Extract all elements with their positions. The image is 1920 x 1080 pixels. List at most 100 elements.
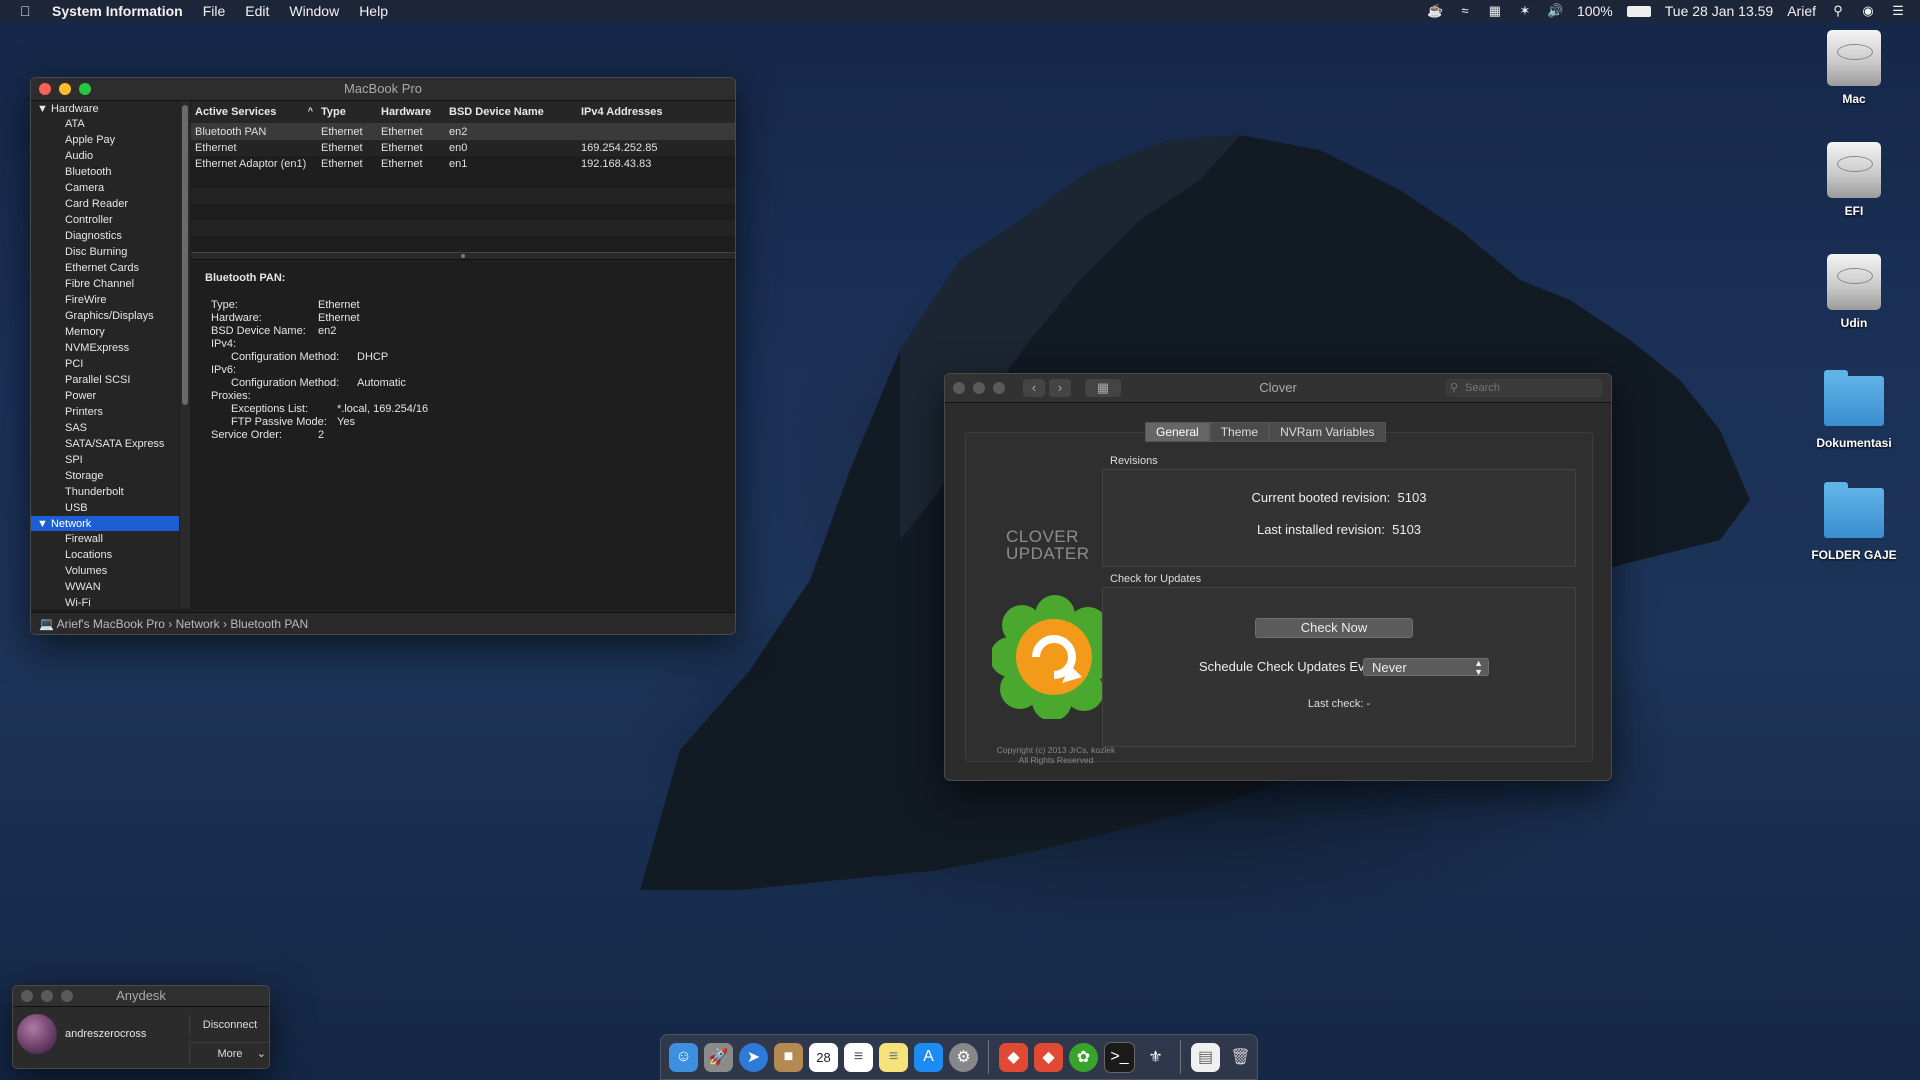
contacts-icon[interactable]: ■	[774, 1042, 803, 1072]
desktop-icon-udin[interactable]: Udin	[1794, 254, 1914, 330]
window-titlebar[interactable]: Anydesk	[13, 986, 269, 1007]
battery-icon[interactable]	[1626, 5, 1651, 17]
sidebar-item-firewire[interactable]: FireWire	[31, 292, 179, 308]
system-preferences-icon[interactable]: ⚙	[949, 1042, 978, 1072]
app-store-icon[interactable]: A	[914, 1042, 943, 1072]
sidebar-item-apple-pay[interactable]: Apple Pay	[31, 132, 179, 148]
sidebar-item-nvmexpress[interactable]: NVMExpress	[31, 340, 179, 356]
sidebar-item-printers[interactable]: Printers	[31, 404, 179, 420]
close-button[interactable]	[39, 83, 51, 95]
scrollbar-thumb[interactable]	[182, 105, 188, 405]
close-button[interactable]	[953, 382, 965, 394]
notes-icon[interactable]: ≡	[879, 1042, 908, 1072]
check-now-button[interactable]: Check Now	[1255, 618, 1413, 638]
sidebar-item-usb[interactable]: USB	[31, 500, 179, 516]
menu-help[interactable]: Help	[359, 3, 388, 19]
wifi-icon[interactable]: ≈	[1457, 4, 1473, 18]
desktop-icon-efi[interactable]: EFI	[1794, 142, 1914, 218]
column-header-type[interactable]: Type	[317, 101, 377, 124]
menu-edit[interactable]: Edit	[245, 3, 269, 19]
bluetooth-icon[interactable]: ✶	[1517, 4, 1533, 18]
breadcrumb-item[interactable]: Bluetooth PAN	[230, 617, 308, 631]
launchpad-icon[interactable]: 🚀	[704, 1042, 733, 1072]
back-chevron-icon[interactable]: ‹	[1023, 379, 1045, 397]
terminal-icon[interactable]: >_	[1104, 1041, 1135, 1073]
forward-chevron-icon[interactable]: ›	[1049, 379, 1071, 397]
finder-icon[interactable]: ☺	[669, 1042, 698, 1072]
notification-center-icon[interactable]: ☰	[1890, 4, 1906, 18]
calendar-icon[interactable]: 28	[809, 1042, 838, 1072]
battery-percent[interactable]: 100%	[1577, 3, 1613, 19]
git-icon[interactable]: ◆	[999, 1042, 1028, 1072]
close-button[interactable]	[21, 990, 33, 1002]
column-header-active-services[interactable]: Active Services ^	[191, 101, 317, 124]
breadcrumb-computer[interactable]: Arief's MacBook Pro	[57, 617, 165, 631]
tab-general[interactable]: General	[1145, 422, 1210, 442]
disconnect-button[interactable]: Disconnect	[189, 1014, 269, 1036]
show-all-grid-icon[interactable]: ▦	[1085, 379, 1121, 397]
user-name[interactable]: Arief	[1787, 3, 1816, 19]
breadcrumb-section[interactable]: Network	[176, 617, 220, 631]
spotlight-search-icon[interactable]: ⚲	[1830, 4, 1846, 18]
tab-theme[interactable]: Theme	[1209, 422, 1270, 442]
safari-icon[interactable]: ➤	[739, 1042, 768, 1072]
document-icon[interactable]: ▤	[1191, 1042, 1220, 1072]
window-titlebar[interactable]: MacBook Pro	[31, 78, 735, 101]
window-titlebar[interactable]: ‹ › ▦ Clover ⚲ Search	[945, 374, 1611, 403]
tab-nvram-variables[interactable]: NVRam Variables	[1269, 422, 1386, 442]
column-header-ipv4-addresses[interactable]: IPv4 Addresses	[577, 101, 735, 124]
sidebar-scrollbar[interactable]	[180, 101, 190, 609]
sidebar-item-storage[interactable]: Storage	[31, 468, 179, 484]
sidebar-item-controller[interactable]: Controller	[31, 212, 179, 228]
search-input[interactable]: ⚲ Search	[1445, 379, 1603, 397]
sidebar-item-memory[interactable]: Memory	[31, 324, 179, 340]
minimize-button[interactable]	[59, 83, 71, 95]
minimize-button[interactable]	[41, 990, 53, 1002]
reminders-icon[interactable]: ≡	[844, 1042, 873, 1072]
sidebar-item-bluetooth[interactable]: Bluetooth	[31, 164, 179, 180]
table-row[interactable]: Bluetooth PAN Ethernet Ethernet en2	[191, 123, 735, 140]
zoom-button[interactable]	[79, 83, 91, 95]
column-header-bsd-device-name[interactable]: BSD Device Name	[445, 101, 577, 124]
zoom-button[interactable]	[993, 382, 1005, 394]
table-row[interactable]: Ethernet Adaptor (en1) Ethernet Ethernet en…	[191, 156, 735, 172]
git-tool-icon[interactable]: ◆	[1034, 1042, 1063, 1072]
sidebar-group-hardware[interactable]: ▼ Hardware	[31, 101, 179, 116]
apple-menu-icon[interactable]: 	[20, 3, 38, 19]
sidebar-item-parallel-scsi[interactable]: Parallel SCSI	[31, 372, 179, 388]
sidebar-group-network[interactable]: ▼ Network	[31, 516, 179, 531]
desktop-icon-folder-gaje[interactable]: FOLDER GAJE	[1794, 482, 1914, 562]
sidebar-item-power[interactable]: Power	[31, 388, 179, 404]
volume-icon[interactable]: 🔊	[1547, 4, 1563, 18]
sidebar-item-wwan[interactable]: WWAN	[31, 579, 179, 595]
sidebar-item-spi[interactable]: SPI	[31, 452, 179, 468]
menu-app-name[interactable]: System Information	[52, 3, 183, 19]
sidebar-item-thunderbolt[interactable]: Thunderbolt	[31, 484, 179, 500]
sidebar-item-camera[interactable]: Camera	[31, 180, 179, 196]
column-header-hardware[interactable]: Hardware	[377, 101, 445, 124]
menu-file[interactable]: File	[203, 3, 226, 19]
split-view-divider[interactable]	[191, 252, 735, 260]
table-row[interactable]: Ethernet Ethernet Ethernet en0 169.254.252.8…	[191, 140, 735, 156]
sidebar-item-diagnostics[interactable]: Diagnostics	[31, 228, 179, 244]
more-button[interactable]: More ⌄	[189, 1042, 269, 1065]
sidebar-item-ata[interactable]: ATA	[31, 116, 179, 132]
desktop-icon-dokumentasi[interactable]: Dokumentasi	[1794, 370, 1914, 450]
sidebar-item-locations[interactable]: Locations	[31, 547, 179, 563]
sidebar-item-card-reader[interactable]: Card Reader	[31, 196, 179, 212]
activity-monitor-icon[interactable]: ▦	[1487, 4, 1503, 18]
sidebar-item-disc-burning[interactable]: Disc Burning	[31, 244, 179, 260]
zoom-button[interactable]	[61, 990, 73, 1002]
minimize-button[interactable]	[973, 382, 985, 394]
sidebar-item-graphics-displays[interactable]: Graphics/Displays	[31, 308, 179, 324]
desktop-icon-mac[interactable]: Mac	[1794, 30, 1914, 106]
sidebar-item-audio[interactable]: Audio	[31, 148, 179, 164]
menu-window[interactable]: Window	[289, 3, 339, 19]
sidebar-item-pci[interactable]: PCI	[31, 356, 179, 372]
sidebar-item-firewall[interactable]: Firewall	[31, 531, 179, 547]
sidebar-item-sas[interactable]: SAS	[31, 420, 179, 436]
schedule-select[interactable]: Never ▲ ▼	[1363, 658, 1489, 677]
siri-icon[interactable]: ◉	[1860, 4, 1876, 18]
teapot-icon[interactable]: ☕	[1427, 4, 1443, 18]
trash-icon[interactable]: 🗑	[1226, 1043, 1255, 1072]
